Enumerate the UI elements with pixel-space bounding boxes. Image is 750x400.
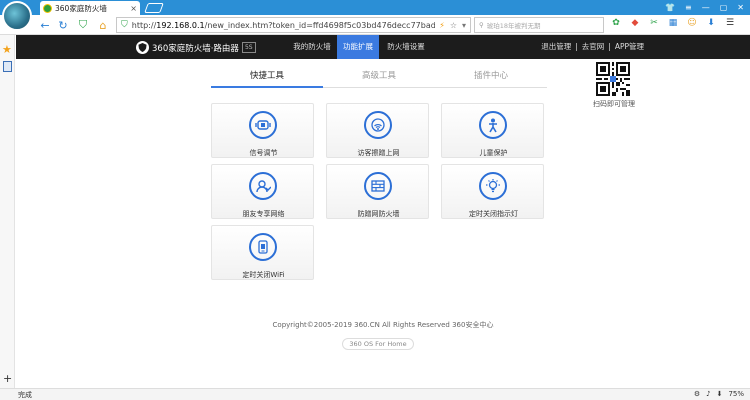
accelerate-icon[interactable]: ⚙ (694, 390, 700, 398)
tab-advanced-tools[interactable]: 高级工具 (323, 68, 435, 88)
back-icon[interactable]: ← (38, 18, 52, 32)
friend-network-icon (249, 172, 277, 200)
sound-icon[interactable]: ♪ (706, 390, 710, 398)
tool-card-light[interactable]: 定时关闭指示灯 (441, 164, 544, 219)
tool-card-firewall[interactable]: 防蹭网防火墙 (326, 164, 429, 219)
download-status-icon[interactable]: ⬇ (717, 390, 723, 398)
logout-link[interactable]: 退出管理 (541, 35, 571, 59)
official-site-link[interactable]: 去官网 (582, 35, 605, 59)
tool-card-wifi-timer[interactable]: 定时关闭WiFi (211, 225, 314, 280)
user-avatar[interactable] (2, 1, 32, 31)
wifi-timer-icon (249, 233, 277, 261)
os-badge[interactable]: 360 OS For Home (342, 338, 414, 350)
tab-quick-tools[interactable]: 快捷工具 (211, 68, 323, 88)
status-bar: 完成 ⚙ ♪ ⬇ 75% (0, 388, 750, 400)
secure-shield-icon: ⛉ (121, 20, 128, 30)
tool-card-friend[interactable]: 朋友专享网络 (211, 164, 314, 219)
tab-close-icon[interactable]: × (130, 4, 140, 13)
screenshot-icon[interactable]: ✂ (648, 18, 660, 28)
brand: 360家庭防火墙·路由器 5S (136, 41, 256, 54)
tool-label: 定时关闭指示灯 (469, 210, 518, 218)
minimize-icon[interactable]: — (702, 1, 710, 14)
anti-leech-firewall-icon (364, 172, 392, 200)
tool-label: 儿童保护 (479, 149, 508, 157)
document-icon[interactable] (3, 61, 12, 72)
tool-card-guest[interactable]: 访客擦蹭上网 (326, 103, 429, 158)
360-logo-icon (43, 3, 52, 13)
tab-plugin-center[interactable]: 插件中心 (435, 68, 547, 88)
lightning-icon[interactable]: ⚡ (439, 21, 445, 30)
app-manage-link[interactable]: APP管理 (615, 35, 644, 59)
address-bar[interactable]: ⛉ http://192.168.0.1/new_index.htm?token… (116, 17, 471, 33)
extension-icon[interactable]: ✿ (610, 18, 622, 28)
copyright-text: Copyright©2005-2019 360.CN All Rights Re… (272, 321, 494, 329)
tool-label: 防蹭网防火墙 (357, 210, 400, 218)
browser-tab[interactable]: 360家庭防火墙 × (40, 1, 140, 15)
more-icon[interactable]: ☰ (724, 18, 736, 28)
close-icon[interactable]: ✕ (737, 1, 744, 14)
router-header: 360家庭防火墙·路由器 5S 我的防火墙 功能扩展 防火墙设置 退出管理 | … (16, 35, 750, 59)
shield-icon[interactable]: ⛉ (76, 18, 90, 32)
status-text: 完成 (18, 391, 32, 399)
tool-label: 定时关闭WiFi (242, 271, 285, 279)
browser-tools: ✿ ◆ ✂ ▦ ☺ ⬇ ☰ (610, 18, 736, 28)
guest-wifi-icon (364, 111, 392, 139)
refresh-icon[interactable]: ↻ (56, 18, 70, 32)
tool-label: 访客擦蹭上网 (357, 149, 400, 157)
add-icon[interactable]: + (3, 372, 12, 385)
qr-caption: 扫码即可管理 (593, 100, 635, 108)
360-shield-icon (136, 41, 149, 54)
search-engine-icon: ⚲ (479, 21, 484, 29)
address-toolbar: ← ↻ ⛉ ⌂ ⛉ http://192.168.0.1/new_index.h… (0, 15, 750, 35)
divider: | (575, 42, 578, 51)
home-icon[interactable]: ⌂ (96, 18, 110, 32)
model-badge: 5S (241, 42, 256, 53)
header-links: 退出管理 | 去官网 | APP管理 (541, 35, 644, 59)
browser-sidebar: ★ + (0, 35, 15, 388)
window-controls: 👕 ≡ — ▢ ✕ (665, 1, 744, 14)
tool-card-signal[interactable]: 信号调节 (211, 103, 314, 158)
brand-name: 360家庭防火墙·路由器 (152, 43, 239, 54)
nav-my-firewall[interactable]: 我的防火墙 (288, 35, 336, 59)
child-protect-icon (479, 111, 507, 139)
tool-label: 信号调节 (249, 149, 278, 157)
signal-adjust-icon (249, 111, 277, 139)
divider: | (608, 42, 611, 51)
star-icon[interactable]: ☆ (450, 21, 457, 30)
qr-code-image (596, 62, 630, 96)
light-timer-icon (479, 172, 507, 200)
download-icon[interactable]: ⬇ (705, 18, 717, 28)
tool-card-child[interactable]: 儿童保护 (441, 103, 544, 158)
apps-icon[interactable]: ▦ (667, 18, 679, 28)
maximize-icon[interactable]: ▢ (720, 1, 728, 14)
skin-icon[interactable]: 👕 (665, 1, 675, 14)
zoom-level[interactable]: 75% (728, 390, 744, 398)
browser-tab-bar: 360家庭防火墙 × 👕 ≡ — ▢ ✕ (0, 0, 750, 15)
menu-icon[interactable]: ≡ (685, 1, 692, 14)
page-content: 360家庭防火墙·路由器 5S 我的防火墙 功能扩展 防火墙设置 退出管理 | … (16, 35, 750, 388)
nav-firewall-settings[interactable]: 防火墙设置 (382, 35, 430, 59)
settings-icon[interactable]: ☺ (686, 18, 698, 28)
sub-tabs: 快捷工具 高级工具 插件中心 (211, 68, 547, 88)
games-icon[interactable]: ◆ (629, 18, 641, 28)
favorites-star-icon[interactable]: ★ (2, 43, 12, 56)
new-tab-button[interactable] (144, 3, 164, 13)
tool-label: 朋友专享网络 (242, 210, 285, 218)
search-input[interactable]: ⚲ 琥珀18年被判无期 (474, 17, 604, 33)
nav-feature-extension[interactable]: 功能扩展 (337, 35, 379, 59)
dropdown-icon[interactable]: ▾ (462, 21, 466, 30)
tab-title: 360家庭防火墙 (55, 3, 107, 13)
url-text[interactable]: http://192.168.0.1/new_index.htm?token_i… (132, 21, 435, 30)
